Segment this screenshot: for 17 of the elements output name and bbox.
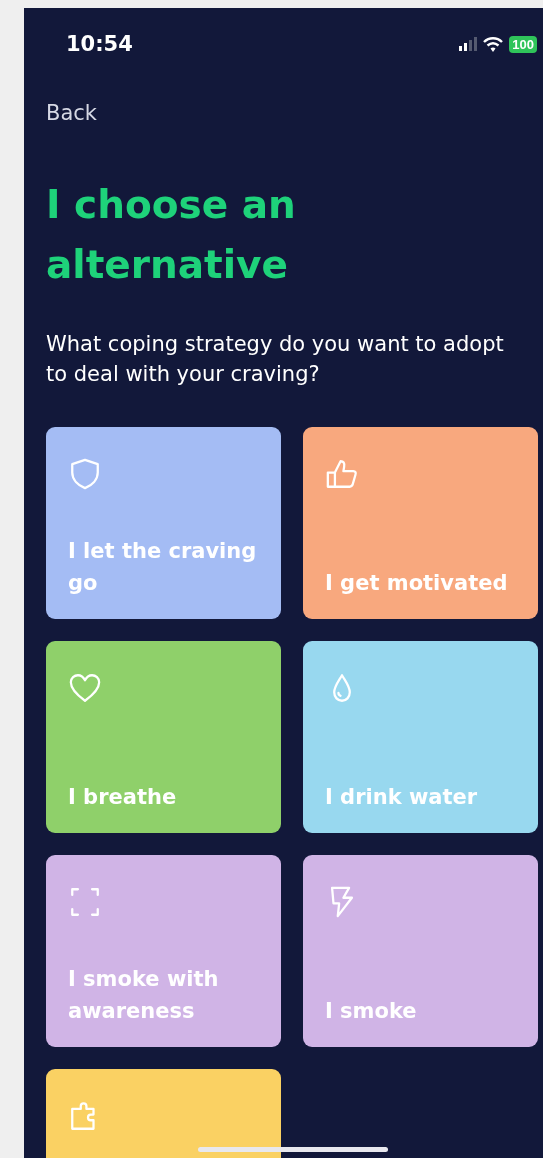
heart-icon <box>68 671 102 705</box>
status-time: 10:54 <box>66 32 133 56</box>
shield-icon <box>68 457 102 491</box>
prompt-text: What coping strategy do you want to adopt to deal with your craving? <box>46 331 505 388</box>
option-card[interactable]: I smoke <box>303 855 538 1047</box>
option-card[interactable]: I drink water <box>303 641 538 833</box>
signal-icon <box>459 37 478 51</box>
wifi-icon <box>483 36 504 52</box>
option-card[interactable]: I breathe <box>46 641 281 833</box>
option-card[interactable]: I let the craving go <box>46 427 281 619</box>
option-card[interactable]: I get motivated <box>303 427 538 619</box>
thumbs-up-icon <box>325 457 359 491</box>
option-card[interactable]: I smoke with awareness <box>46 855 281 1047</box>
page-title: I choose an alternative <box>46 181 297 289</box>
frame-corners-icon <box>68 885 102 919</box>
back-button[interactable]: Back <box>46 101 97 125</box>
battery-indicator: 100 <box>509 35 537 53</box>
